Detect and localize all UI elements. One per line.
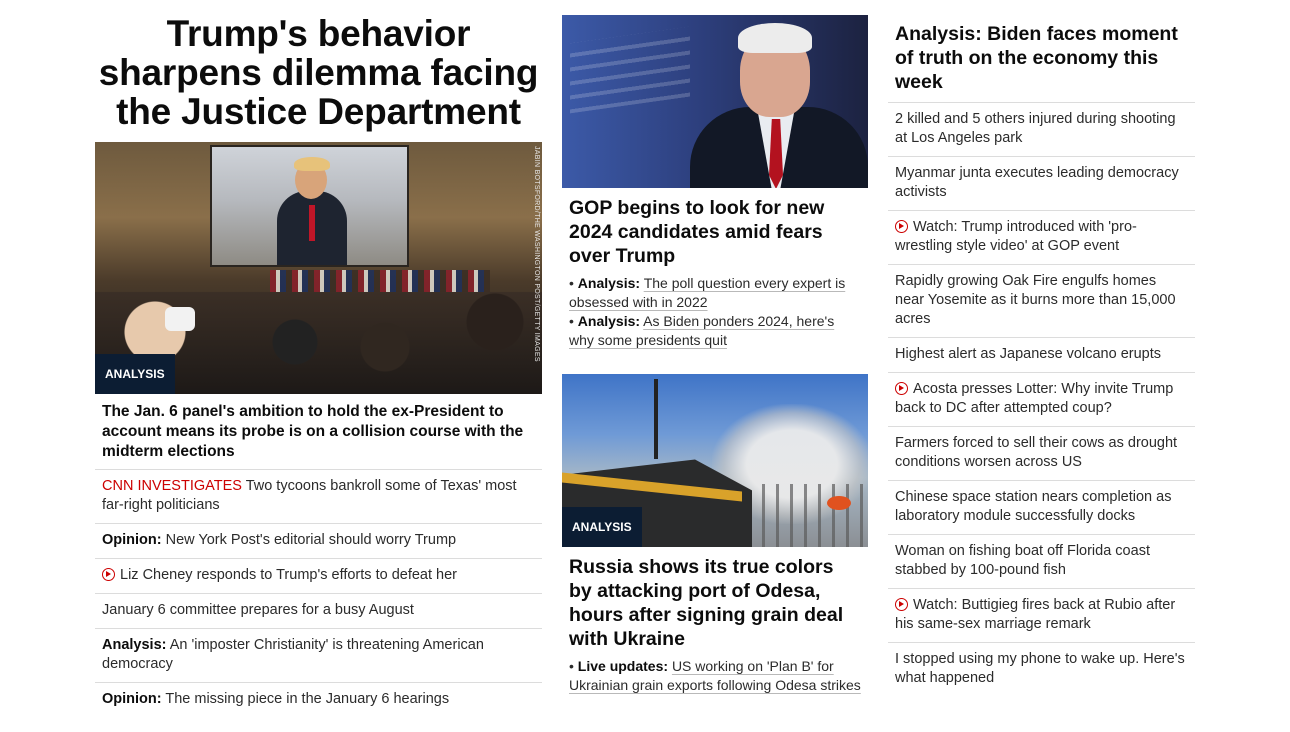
list-item[interactable]: Acosta presses Lotter: Why invite Trump … [888,373,1195,427]
story-image-gop[interactable] [562,15,868,188]
list-item-text: Rapidly growing Oak Fire engulfs homes n… [895,273,1176,327]
list-item-text: January 6 committee prepares for a busy … [102,602,414,618]
list-item[interactable]: Woman on fishing boat off Florida coast … [888,535,1195,589]
image-credit: JABIN BOTSFORD/THE WASHINGTON POST/GETTY… [533,146,540,362]
list-item[interactable]: CNN INVESTIGATES Two tycoons bankroll so… [95,470,542,524]
flags-backdrop [270,270,490,294]
lead-story-column: Trump's behavior sharpens dilemma facing… [95,0,542,717]
hero-image[interactable]: JABIN BOTSFORD/THE WASHINGTON POST/GETTY… [95,142,542,394]
list-item-text: Watch: Buttigieg fires back at Rubio aft… [895,597,1176,632]
list-item[interactable]: Watch: Buttigieg fires back at Rubio aft… [888,589,1195,643]
headline-list: 2 killed and 5 others injured during sho… [888,103,1195,696]
list-item-text: The missing piece in the January 6 heari… [161,691,450,707]
cnn-investigates-tag: CNN INVESTIGATES [102,478,242,494]
list-item[interactable]: Opinion: New York Post's editorial shoul… [95,524,542,559]
related-link-label: Analysis: [577,313,641,329]
list-item-text: Chinese space station nears completion a… [895,489,1172,524]
list-item-label: Analysis: [102,637,167,653]
play-video-icon [895,382,908,395]
related-list: CNN INVESTIGATES Two tycoons bankroll so… [95,470,542,717]
analysis-badge: ANALYSIS [95,354,175,394]
analysis-badge: ANALYSIS [562,507,642,547]
list-item[interactable]: Chinese space station nears completion a… [888,481,1195,535]
play-video-icon [102,568,115,581]
list-item-text: Liz Cheney responds to Trump's efforts t… [120,567,457,583]
related-link-label: Analysis: [577,275,641,291]
bullet: • [569,313,578,329]
related-link[interactable]: • Analysis: As Biden ponders 2024, here'… [569,312,861,350]
list-item-text: I stopped using my phone to wake up. Her… [895,651,1185,686]
list-item[interactable]: Rapidly growing Oak Fire engulfs homes n… [888,265,1195,338]
list-item[interactable]: Farmers forced to sell their cows as dro… [888,427,1195,481]
biden-economy-headline[interactable]: Analysis: Biden faces moment of truth on… [888,0,1195,103]
list-item[interactable]: Opinion: The missing piece in the Januar… [95,683,542,717]
bullet: • [569,658,578,674]
list-item-text: New York Post's editorial should worry T… [161,532,457,548]
play-video-icon [895,598,908,611]
lead-card-headline[interactable]: The Jan. 6 panel's ambition to hold the … [95,394,542,470]
story-headline-odesa[interactable]: Russia shows its true colors by attackin… [562,547,868,657]
projection-screen [210,145,409,267]
related-link[interactable]: • Analysis: The poll question every expe… [569,274,861,312]
list-item-label: Opinion: [102,691,162,707]
story-headline-gop[interactable]: GOP begins to look for new 2024 candidat… [562,188,868,274]
face-mask [165,307,195,331]
list-item[interactable]: 2 killed and 5 others injured during sho… [888,103,1195,157]
hero-headline-link[interactable]: Trump's behavior sharpens dilemma facing… [95,14,542,131]
gop-related-links: • Analysis: The poll question every expe… [562,274,868,350]
list-item-text: Acosta presses Lotter: Why invite Trump … [895,381,1174,416]
list-item[interactable]: January 6 committee prepares for a busy … [95,594,542,629]
right-column: Analysis: Biden faces moment of truth on… [888,0,1195,696]
odesa-related-links: • Live updates: US working on 'Plan B' f… [562,657,868,695]
list-item[interactable]: Highest alert as Japanese volcano erupts [888,338,1195,373]
related-link-label: Live updates: [577,658,669,674]
list-item-label: Opinion: [102,532,162,548]
list-item-text: Watch: Trump introduced with 'pro-wrestl… [895,219,1137,254]
list-item[interactable]: I stopped using my phone to wake up. Her… [888,643,1195,696]
list-item[interactable]: Analysis: An 'imposter Christianity' is … [95,629,542,683]
bullet: • [569,275,578,291]
related-link[interactable]: • Live updates: US working on 'Plan B' f… [569,657,861,695]
list-item-text: Myanmar junta executes leading democracy… [895,165,1179,200]
list-item-text: 2 killed and 5 others injured during sho… [895,111,1176,146]
list-item-text: Highest alert as Japanese volcano erupts [895,346,1161,362]
list-item[interactable]: Watch: Trump introduced with 'pro-wrestl… [888,211,1195,265]
play-video-icon [895,220,908,233]
list-item-text: Farmers forced to sell their cows as dro… [895,435,1178,470]
list-item[interactable]: Liz Cheney responds to Trump's efforts t… [95,559,542,594]
middle-column: GOP begins to look for new 2024 candidat… [562,0,868,695]
list-item[interactable]: Myanmar junta executes leading democracy… [888,157,1195,211]
list-item-text: Woman on fishing boat off Florida coast … [895,543,1150,578]
story-image-odesa[interactable]: ANALYSIS [562,374,868,547]
